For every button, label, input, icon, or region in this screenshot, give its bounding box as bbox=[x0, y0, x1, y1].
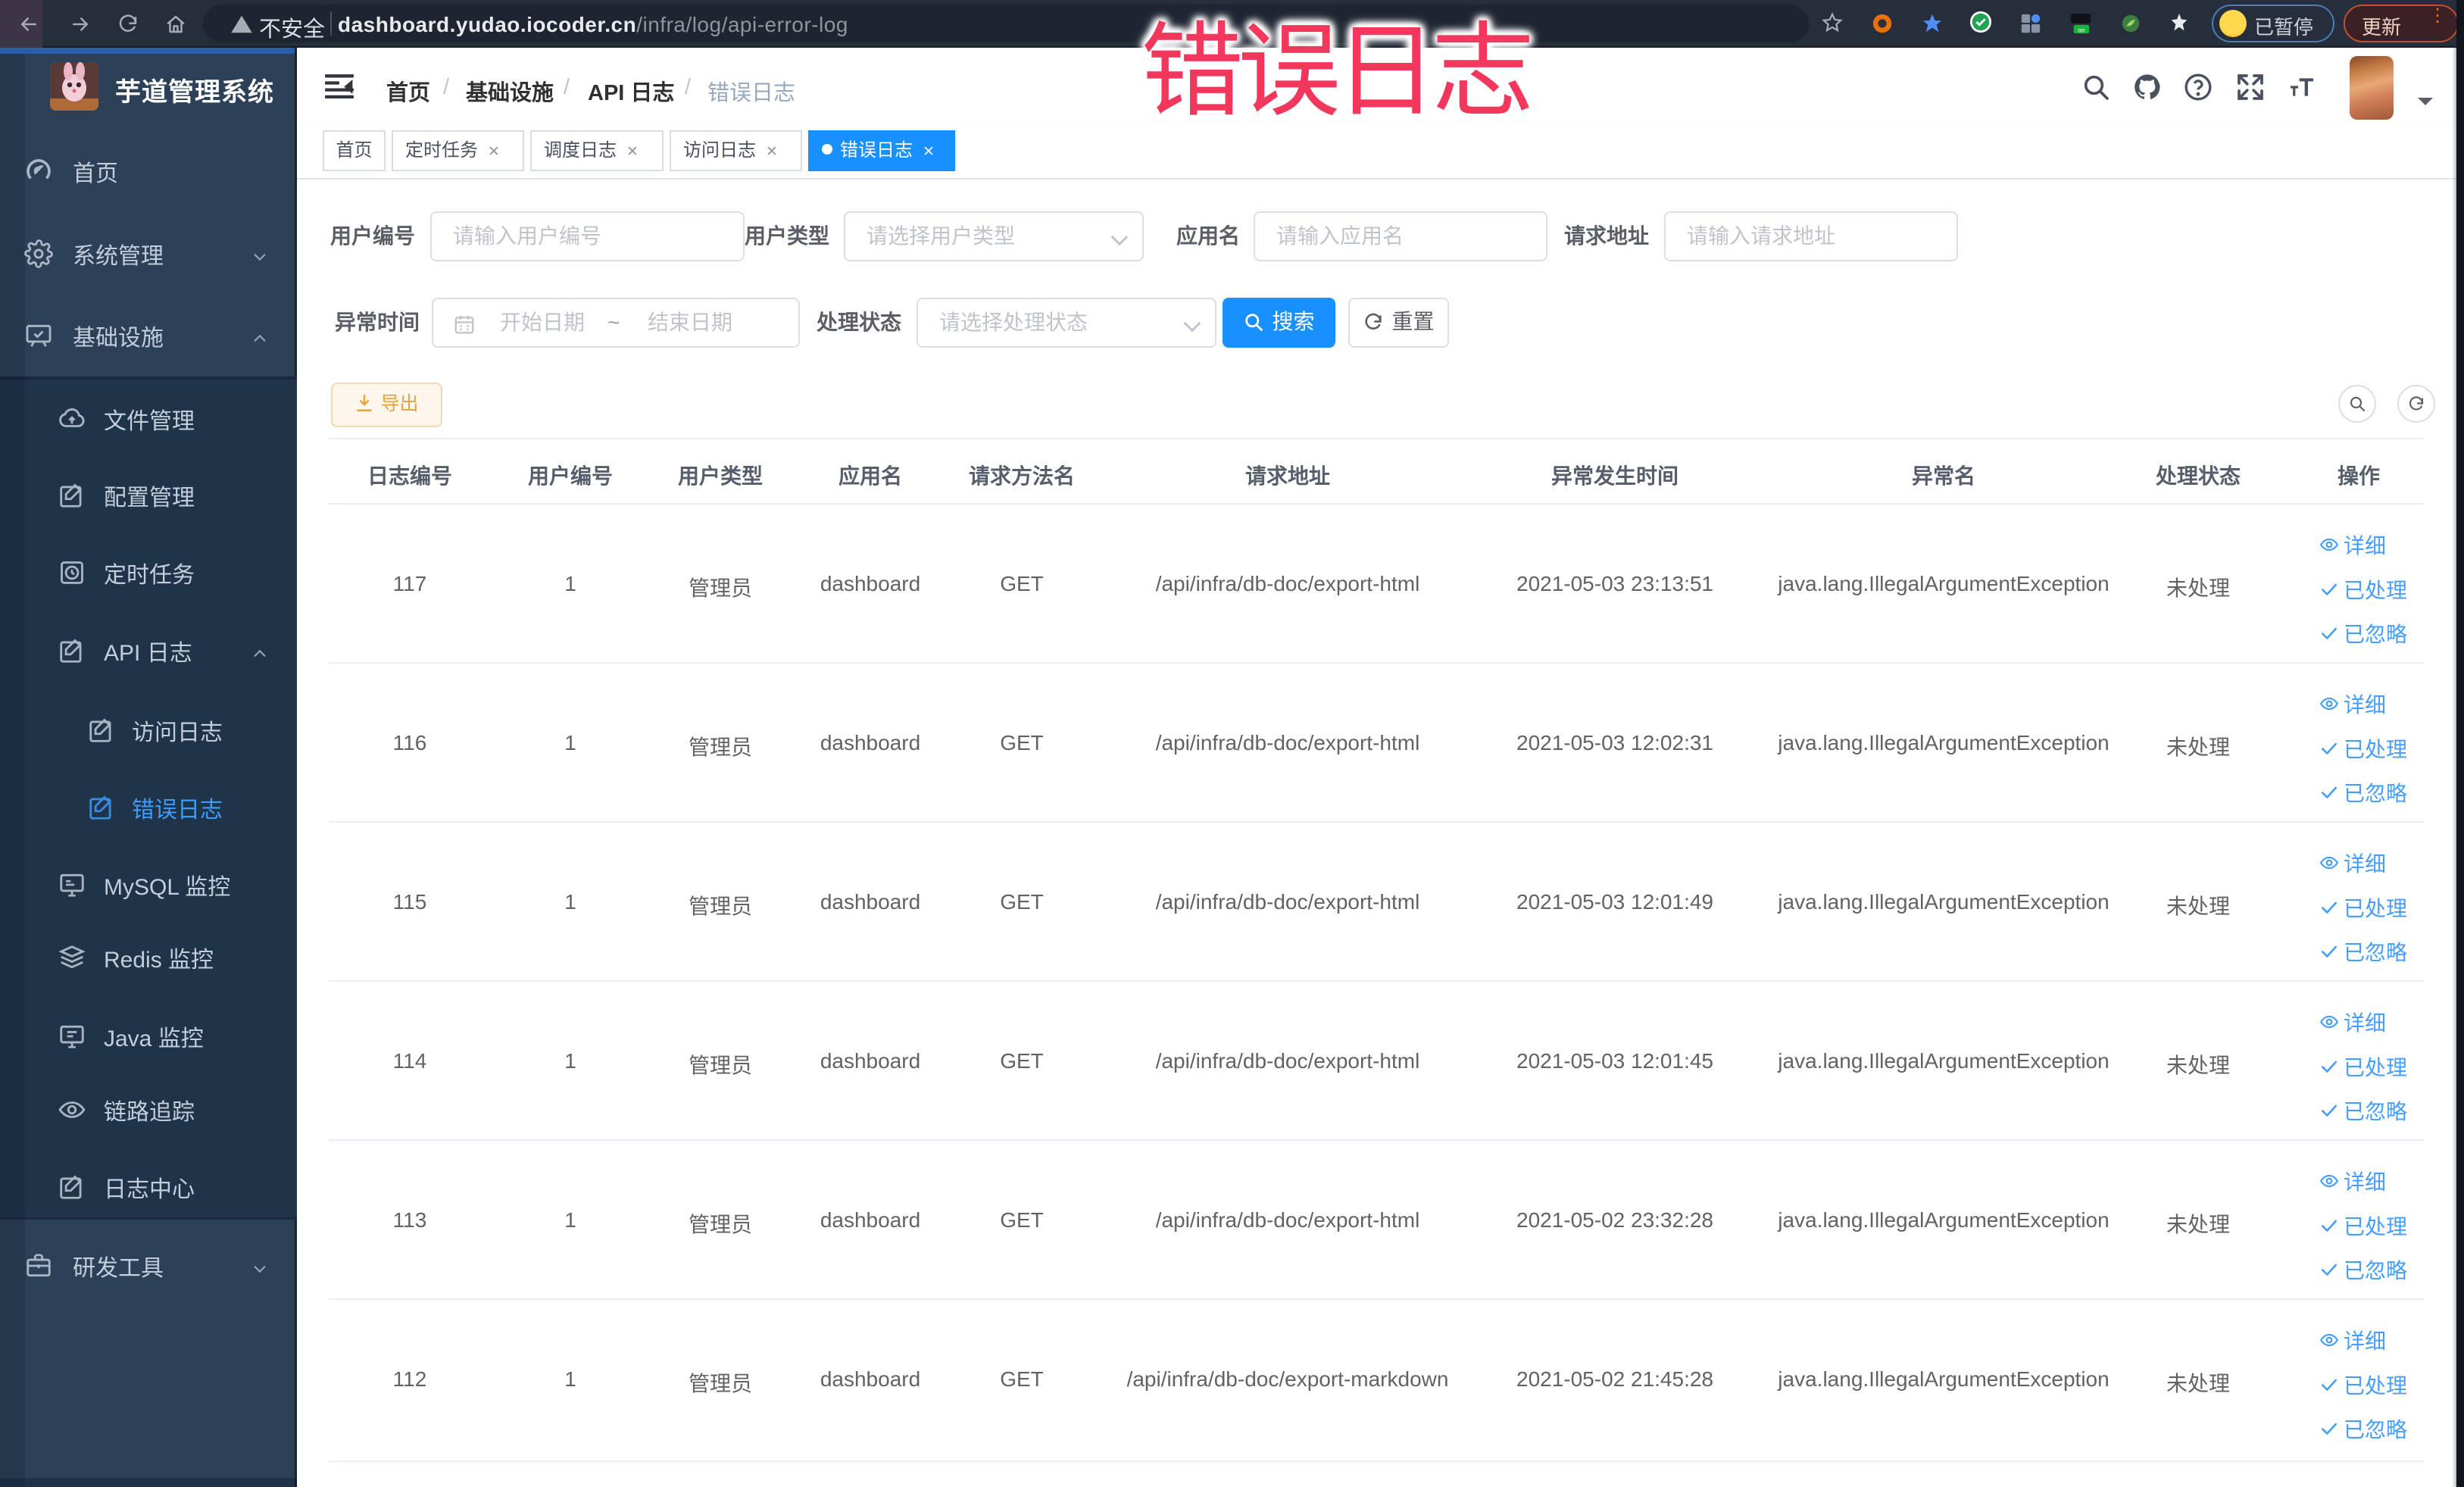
svg-text:on: on bbox=[2078, 26, 2085, 33]
